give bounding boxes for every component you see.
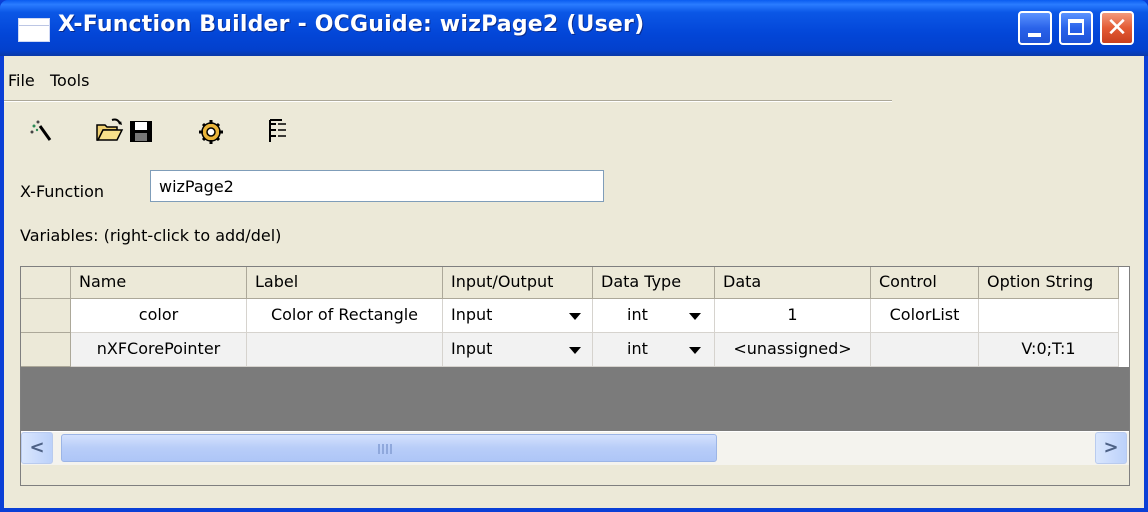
grip-icon (378, 444, 394, 454)
title-bar[interactable]: X-Function Builder - OCGuide: wizPage2 (… (0, 0, 1148, 56)
cell-name[interactable]: color (71, 299, 247, 333)
grid-footer (21, 465, 1129, 485)
tree-view-icon[interactable] (262, 116, 292, 146)
grid-corner (21, 267, 71, 299)
dropdown-arrow-icon[interactable] (569, 313, 581, 320)
minimize-button[interactable] (1018, 11, 1052, 45)
dropdown-arrow-icon[interactable] (569, 347, 581, 354)
header-control[interactable]: Control (871, 267, 979, 299)
cell-label[interactable]: Color of Rectangle (247, 299, 443, 333)
cell-data[interactable]: <unassigned> (715, 333, 871, 367)
variables-label: Variables: (right-click to add/del) (20, 226, 282, 245)
type-value: int (627, 339, 648, 358)
grid-empty-area (21, 367, 1129, 431)
header-option-string[interactable]: Option String (979, 267, 1119, 299)
cell-data-type[interactable]: int (593, 299, 715, 333)
menu-separator (4, 100, 892, 102)
cell-control[interactable]: ColorList (871, 299, 979, 333)
cell-input-output[interactable]: Input (443, 333, 593, 367)
maximize-button[interactable] (1059, 11, 1093, 45)
dropdown-arrow-icon[interactable] (689, 347, 701, 354)
horizontal-scrollbar[interactable]: < > (21, 431, 1129, 466)
header-input-output[interactable]: Input/Output (443, 267, 593, 299)
variables-grid[interactable]: Name Label Input/Output Data Type Data C… (20, 266, 1130, 486)
open-folder-icon[interactable] (94, 116, 124, 146)
type-value: int (627, 305, 648, 324)
scroll-thumb[interactable] (61, 434, 717, 462)
cell-data-type[interactable]: int (593, 333, 715, 367)
header-data[interactable]: Data (715, 267, 871, 299)
row-header[interactable] (21, 299, 71, 333)
row-header[interactable] (21, 333, 71, 367)
header-name[interactable]: Name (71, 267, 247, 299)
menu-file[interactable]: File (8, 71, 35, 90)
close-button[interactable]: ✕ (1100, 11, 1134, 45)
dropdown-arrow-icon[interactable] (689, 313, 701, 320)
client-area: File Tools X-Function wizPage2 Variables… (4, 56, 1144, 508)
close-icon: ✕ (1106, 13, 1128, 43)
new-wizard-icon[interactable] (26, 116, 56, 146)
cell-name[interactable]: nXFCorePointer (71, 333, 247, 367)
header-data-type[interactable]: Data Type (593, 267, 715, 299)
menu-bar: File Tools (4, 56, 1144, 100)
xfunction-name-input[interactable] (150, 170, 604, 202)
cell-data[interactable]: 1 (715, 299, 871, 333)
cell-option-string[interactable] (979, 299, 1119, 333)
scroll-left-button[interactable]: < (21, 432, 53, 464)
xfunction-label: X-Function (20, 182, 104, 201)
minimize-icon (1028, 33, 1041, 37)
cell-input-output[interactable]: Input (443, 299, 593, 333)
cell-option-string[interactable]: V:0;T:1 (979, 333, 1119, 367)
scroll-right-button[interactable]: > (1095, 432, 1127, 464)
header-label[interactable]: Label (247, 267, 443, 299)
cell-control[interactable] (871, 333, 979, 367)
settings-gear-icon[interactable] (196, 116, 226, 146)
maximize-icon (1068, 19, 1084, 35)
menu-tools[interactable]: Tools (50, 71, 89, 90)
window-icon (18, 18, 50, 42)
io-value: Input (451, 339, 493, 358)
io-value: Input (451, 305, 493, 324)
window-title: X-Function Builder - OCGuide: wizPage2 (… (58, 12, 645, 37)
toolbar (4, 112, 404, 152)
app-window: X-Function Builder - OCGuide: wizPage2 (… (0, 0, 1148, 512)
save-disk-icon[interactable] (126, 116, 156, 146)
cell-label[interactable] (247, 333, 443, 367)
